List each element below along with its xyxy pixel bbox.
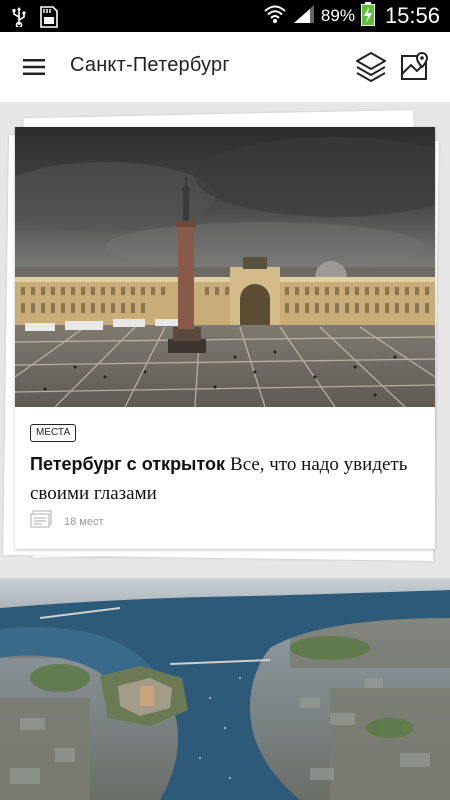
battery-percent: 89%: [320, 6, 355, 25]
sd-card-icon: [40, 6, 58, 33]
category-tag[interactable]: МЕСТА: [30, 424, 77, 442]
layers-icon: [356, 52, 386, 82]
signal-icon: [293, 4, 315, 29]
card-title-bold: Петербург с открыток: [30, 454, 226, 474]
app-bar: Санкт-Петербург: [0, 32, 450, 102]
palace-square-photo: [15, 127, 435, 407]
card-stack: МЕСТА Петербург с открыток Все, что надо…: [0, 102, 450, 580]
menu-button[interactable]: [18, 54, 52, 80]
list-icon: [30, 510, 52, 533]
places-count: 18 мест: [64, 515, 104, 528]
card-meta: 18 мест: [30, 510, 104, 533]
status-bar: 89% 15:56: [0, 0, 450, 32]
battery-charging-icon: [360, 1, 375, 31]
layers-button[interactable]: [354, 50, 388, 84]
usb-icon: [12, 7, 26, 32]
collection-card[interactable]: МЕСТА Петербург с открыток Все, что надо…: [15, 127, 435, 549]
page-title: Санкт-Петербург: [70, 54, 230, 76]
aerial-city-photo[interactable]: [0, 578, 450, 800]
menu-icon: [23, 59, 45, 75]
clock: 15:56: [384, 3, 440, 28]
map-icon: [401, 51, 429, 80]
map-button[interactable]: [400, 51, 432, 83]
wifi-icon: [263, 4, 287, 29]
card-title: Петербург с открыток Все, что надо увиде…: [30, 450, 420, 508]
